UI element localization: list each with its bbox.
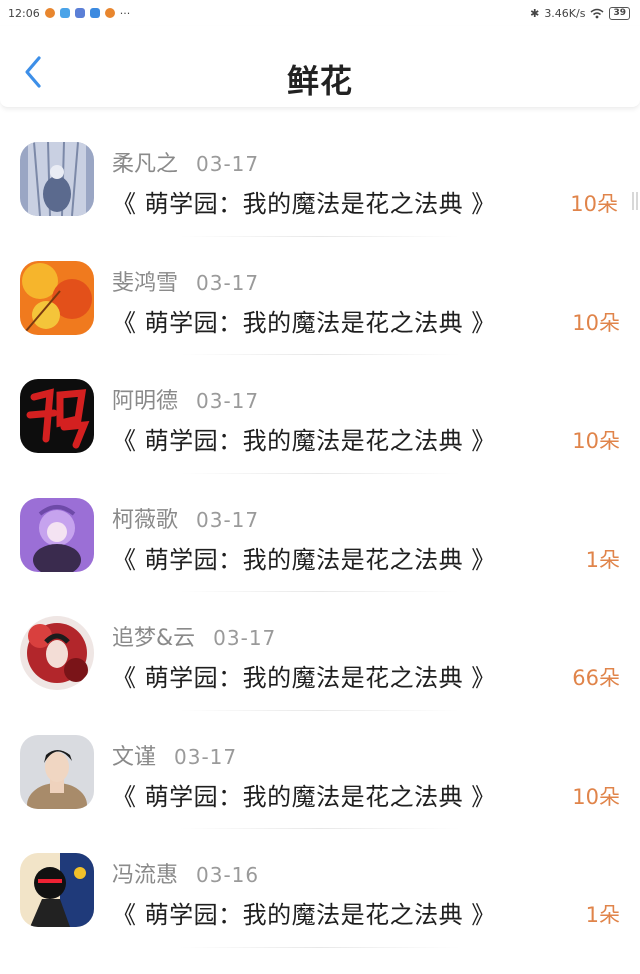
clock: 12:06 — [8, 6, 40, 20]
user-name[interactable]: 柯薇歌 — [112, 502, 178, 534]
flower-count: 1朵 — [585, 547, 620, 572]
user-name[interactable]: 追梦&云 — [112, 620, 195, 652]
page-title: 鲜花 — [286, 62, 353, 100]
item-meta: 柯薇歌 03-17 — [112, 502, 259, 534]
list-item[interactable]: 文谨 03-17 《 萌学园：我的魔法是花之法典 》 10朵 — [0, 711, 640, 829]
user-name[interactable]: 斐鸿雪 — [112, 265, 178, 297]
list-item[interactable]: 冯流惠 03-16 《 萌学园：我的魔法是花之法典 》 1朵 — [0, 829, 640, 948]
shield-notification-icon — [89, 8, 100, 18]
bluetooth-icon: ✱ — [530, 6, 540, 20]
battery-indicator: 39 — [609, 6, 630, 20]
flower-count: 66朵 — [572, 666, 620, 690]
avatar[interactable] — [20, 379, 94, 453]
status-right: ✱ 3.46K/s 39 — [530, 6, 630, 20]
avatar[interactable] — [20, 853, 94, 927]
user-name[interactable]: 冯流惠 — [112, 857, 178, 889]
list-item[interactable]: 追梦&云 03-17 《 萌学园：我的魔法是花之法典 》 66朵 — [0, 592, 640, 711]
gift-date: 03-17 — [196, 152, 260, 176]
user-name[interactable]: 文谨 — [112, 739, 156, 771]
item-meta: 冯流惠 03-16 — [112, 857, 259, 889]
list-item[interactable]: 阿明德 03-17 《 萌学园：我的魔法是花之法典 》 10朵 — [0, 355, 640, 474]
gift-date: 03-17 — [174, 744, 238, 769]
book-title[interactable]: 《 萌学园：我的魔法是花之法典 》 — [112, 895, 496, 930]
avatar[interactable] — [20, 497, 94, 572]
user-name[interactable]: 柔凡之 — [112, 146, 178, 178]
gift-date: 03-16 — [196, 863, 260, 887]
user-name[interactable]: 阿明德 — [112, 383, 178, 415]
gift-date: 03-17 — [196, 389, 260, 413]
avatar[interactable] — [20, 616, 94, 690]
gift-date: 03-17 — [196, 270, 260, 295]
app-notification-icon — [74, 8, 85, 18]
more-notifications-icon: ··· — [119, 6, 131, 20]
avatar[interactable] — [20, 142, 94, 216]
item-meta: 阿明德 03-17 — [112, 383, 259, 415]
flower-count: 10朵 — [572, 429, 620, 453]
avatar[interactable] — [20, 734, 94, 809]
scroll-indicator[interactable] — [632, 192, 638, 210]
book-title[interactable]: 《 萌学园：我的魔法是花之法典 》 — [112, 421, 496, 456]
flower-count: 10朵 — [572, 784, 620, 809]
status-bar: 12:06 ··· ✱ 3.46K/s 39 — [0, 0, 640, 26]
cloud-notification-icon — [59, 8, 70, 18]
app-header: 鲜花 — [0, 26, 640, 108]
item-meta: 追梦&云 03-17 — [112, 620, 276, 652]
wifi-icon — [590, 8, 604, 18]
flower-count: 10朵 — [570, 192, 618, 216]
flower-count: 10朵 — [572, 310, 620, 335]
weibo-notification-icon — [44, 8, 55, 18]
list-item[interactable]: 柯薇歌 03-17 《 萌学园：我的魔法是花之法典 》 1朵 — [0, 474, 640, 592]
list-item[interactable]: 柔凡之 03-17 《 萌学园：我的魔法是花之法典 》 10朵 — [0, 118, 640, 237]
network-speed: 3.46K/s — [544, 6, 586, 20]
item-meta: 柔凡之 03-17 — [112, 146, 259, 178]
flower-gift-list: 柔凡之 03-17 《 萌学园：我的魔法是花之法典 》 10朵 斐鸿雪 03-1… — [0, 118, 640, 948]
item-meta: 斐鸿雪 03-17 — [112, 265, 259, 297]
book-title[interactable]: 《 萌学园：我的魔法是花之法典 》 — [112, 777, 496, 812]
weibo-notification-icon-2 — [104, 8, 115, 18]
book-title[interactable]: 《 萌学园：我的魔法是花之法典 》 — [112, 184, 496, 219]
book-title[interactable]: 《 萌学园：我的魔法是花之法典 》 — [112, 303, 496, 338]
list-item[interactable]: 斐鸿雪 03-17 《 萌学园：我的魔法是花之法典 》 10朵 — [0, 237, 640, 355]
book-title[interactable]: 《 萌学园：我的魔法是花之法典 》 — [112, 658, 496, 693]
book-title[interactable]: 《 萌学园：我的魔法是花之法典 》 — [112, 540, 496, 575]
status-left: 12:06 ··· — [8, 7, 130, 20]
gift-date: 03-17 — [213, 626, 277, 650]
flower-count: 1朵 — [585, 903, 620, 927]
gift-date: 03-17 — [196, 507, 260, 532]
divider — [180, 946, 460, 948]
avatar[interactable] — [20, 260, 94, 335]
item-meta: 文谨 03-17 — [112, 739, 237, 771]
